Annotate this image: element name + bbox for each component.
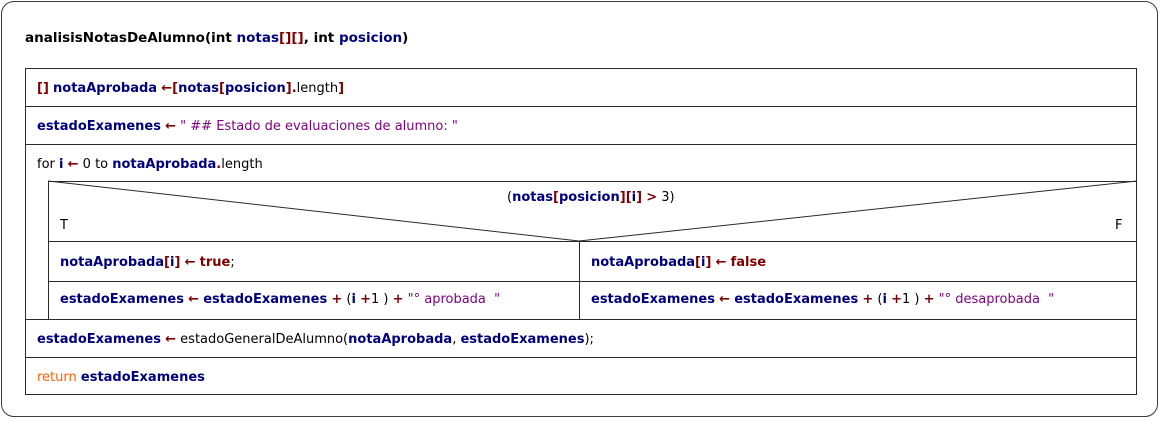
false-branch-statement: estadoExamenes ← estadoExamenes + (i +1 … xyxy=(591,292,1054,308)
code-token: "° aprobada " xyxy=(403,292,501,307)
code-token: "° desaprobada " xyxy=(934,292,1055,307)
if-condition: (notas[posicion][i] > 3) xyxy=(507,190,675,206)
code-token: + xyxy=(331,292,343,307)
code-token: + xyxy=(862,292,874,307)
code-token: notaAprobada xyxy=(60,255,165,270)
code-token: true xyxy=(199,255,231,270)
code-token: 3) xyxy=(657,190,675,205)
return-statement: return estadoExamenes xyxy=(37,370,205,386)
code-token: posicion xyxy=(558,190,620,205)
code-token: 1 ) xyxy=(901,292,924,307)
code-token: estadoExamenes xyxy=(60,292,184,307)
code-token: ; xyxy=(230,255,235,270)
code-token: estadoExamenes xyxy=(203,292,328,307)
code-token: estadoGeneralDeAlumno( xyxy=(176,332,349,347)
code-token: return xyxy=(37,370,77,385)
code-token: ← xyxy=(165,332,177,347)
code-token: estadoExamenes xyxy=(734,292,859,307)
condition-triangle xyxy=(47,180,1138,242)
code-token: ← xyxy=(188,292,200,307)
code-token: notas xyxy=(512,190,553,205)
false-label: F xyxy=(1115,218,1123,233)
true-branch-statement: estadoExamenes ← estadoExamenes + (i +1 … xyxy=(60,292,500,308)
code-token: + xyxy=(891,292,902,307)
statement-estado-general: estadoExamenes ← estadoGeneralDeAlumno(n… xyxy=(37,332,594,348)
code-token: notaAprobada xyxy=(591,255,696,270)
branch-divider xyxy=(48,241,1137,242)
code-token: + xyxy=(360,292,371,307)
code-token: ← xyxy=(715,255,727,270)
code-token: > xyxy=(646,190,658,205)
code-token: estadoExamenes xyxy=(80,370,205,385)
code-token: ← xyxy=(719,292,731,307)
code-token: false xyxy=(730,255,767,270)
code-token: estadoExamenes xyxy=(591,292,715,307)
false-branch-statement: notaAprobada[i] ← false xyxy=(591,255,766,271)
branch-split xyxy=(579,241,580,320)
code-token: 1 ) xyxy=(370,292,393,307)
code-token: + xyxy=(923,292,935,307)
code-token: estadoExamenes xyxy=(37,332,161,347)
code-token: + xyxy=(392,292,404,307)
true-branch-statement: notaAprobada[i] ← true; xyxy=(60,255,235,271)
code-token: estadoExamenes xyxy=(460,332,585,347)
branch-divider xyxy=(48,281,1137,282)
true-label: T xyxy=(60,218,68,233)
code-token: ← xyxy=(184,255,196,270)
code-token: ); xyxy=(584,332,594,347)
code-token: notaAprobada xyxy=(348,332,453,347)
